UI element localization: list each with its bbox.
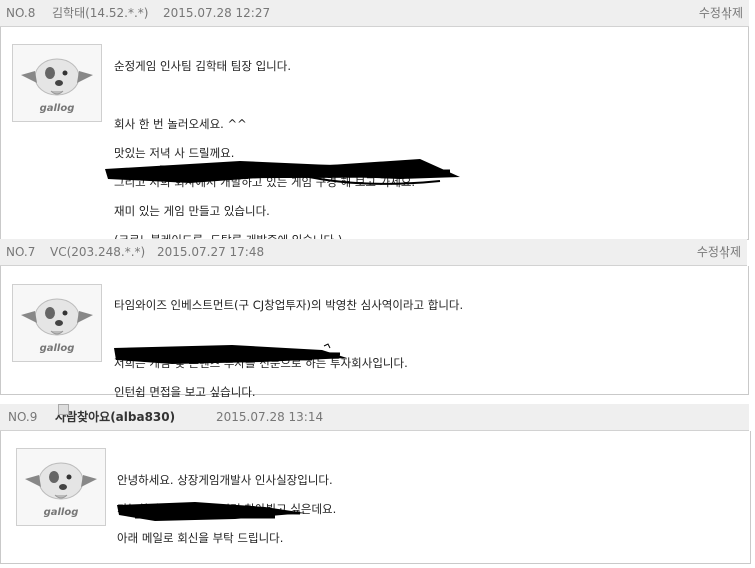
content-line: 타임와이즈 인베스트먼트(구 CJ창업투자)의 박영찬 심사역이라고 합니다. [114,297,464,312]
gallog-dog-icon: gallog [25,462,97,518]
action-separator: | [721,245,726,259]
post-content: 순정게임 인사팀 김학태 팀장 입니다. 회사 한 번 놀러오세요. ^^ 맛있… [114,44,415,262]
gallog-dog-icon: gallog [21,58,93,114]
post-number: NO.9 [8,410,38,424]
post-actions: 수정 | 삭제 [697,239,741,265]
redaction-scribble [105,159,460,185]
post-header: NO.9 사람찾아요(alba830) 2015.07.28 13:14 [0,404,749,431]
post-author[interactable]: VC(203.248.*.*) [50,239,145,265]
content-line [114,88,415,103]
post-date: 2015.07.28 12:27 [163,6,271,20]
content-line: 순정게임 인사팀 김학태 팀장 입니다. [114,58,291,73]
content-line: 재미 있는 게임 만들고 있습니다. [114,203,270,218]
post-header: NO.7 VC(203.248.*.*) 2015.07.27 17:48 수정… [0,239,747,266]
author-nickname: 사람찾아요(alba830) [55,410,176,424]
redaction-scribble [117,502,305,521]
content-line: 안녕하세요. 상장게임개발사 인사실장입니다. [117,472,333,487]
post-header: NO.8 김학태(14.52.*.*) 2015.07.28 12:27 수정 |… [0,0,749,27]
content-line: 회사 한 번 놀러오세요. ^^ [114,116,247,131]
content-line: 아래 메일로 회신을 부탁 드립니다. [117,530,284,545]
edit-button[interactable]: 수정 [699,6,721,20]
avatar-caption: gallog [44,507,79,518]
avatar[interactable]: gallog [12,284,102,362]
avatar[interactable]: gallog [16,448,106,526]
gallog-member-icon[interactable] [58,404,69,415]
avatar[interactable]: gallog [12,44,102,122]
post-body-frame [0,431,751,564]
edit-button[interactable]: 수정 [697,245,719,259]
post-number: NO.8 [6,6,36,20]
post-actions: 수정 | 삭제 [699,0,743,26]
post-date: 2015.07.28 13:14 [216,410,324,424]
avatar-caption: gallog [40,103,75,114]
action-separator: | [723,6,728,20]
content-line [114,327,463,342]
redaction-scribble [114,343,347,364]
post-author[interactable]: 김학태(14.52.*.*) [52,0,148,26]
content-line: 인턴쉽 면접을 보고 싶습니다. [114,384,256,399]
gallog-dog-icon: gallog [21,298,93,354]
post-date: 2015.07.27 17:48 [157,245,265,259]
post-number: NO.7 [6,245,36,259]
avatar-caption: gallog [40,343,75,354]
